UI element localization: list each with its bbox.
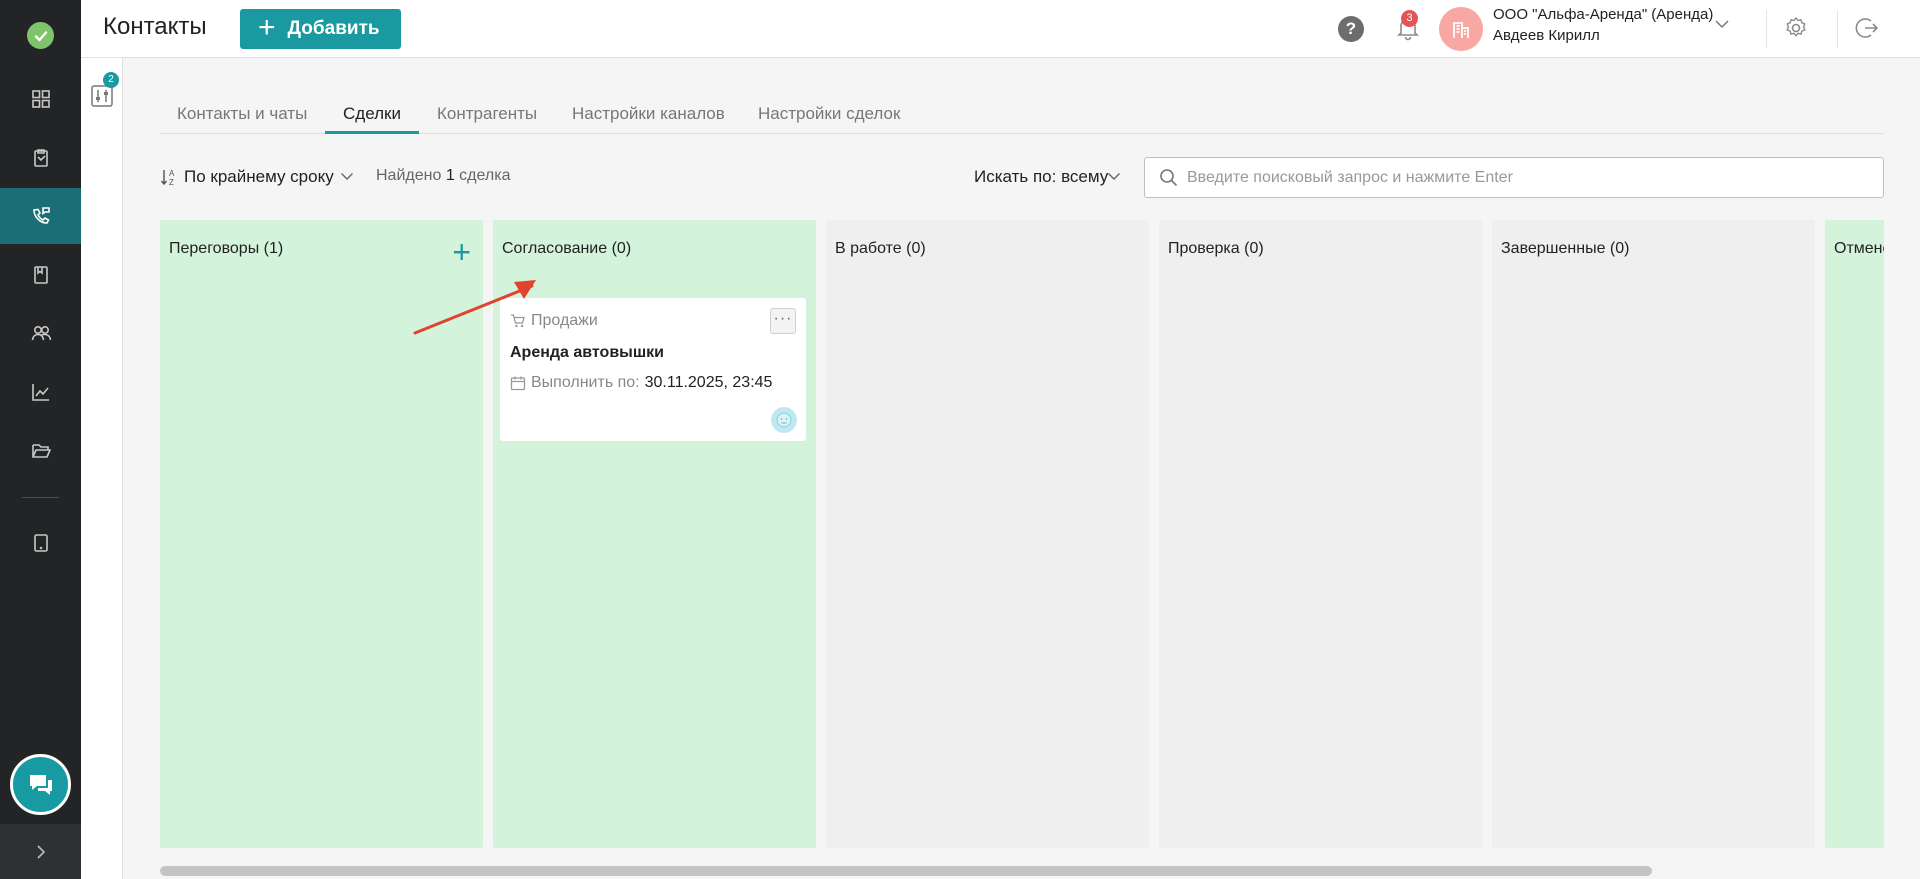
sidebar-item-handbook[interactable]	[0, 247, 81, 303]
tab-channel-settings[interactable]: Настройки каналов	[572, 104, 725, 124]
help-icon[interactable]: ?	[1338, 16, 1364, 42]
card-menu-button[interactable]: ···	[770, 308, 796, 334]
plus-icon: +	[258, 10, 276, 44]
column-title: Завершенные (0)	[1501, 240, 1630, 257]
tab-contacts-chats[interactable]: Контакты и чаты	[177, 104, 307, 124]
chevron-down-icon[interactable]	[1107, 172, 1121, 181]
filter-rail: 2	[81, 58, 123, 879]
column-in-progress[interactable]: В работе (0)	[826, 220, 1149, 848]
top-bar: Контакты + Добавить ? 3 ООО "Альфа-Аренд…	[81, 0, 1920, 58]
book-icon	[33, 266, 48, 284]
search-box[interactable]	[1144, 157, 1884, 198]
filter-count-badge: 2	[103, 72, 119, 88]
sidebar-item-dashboard[interactable]	[0, 71, 81, 127]
sidebar-item-documents[interactable]	[0, 130, 81, 186]
due-label: Выполнить по:	[531, 374, 640, 391]
add-button[interactable]: + Добавить	[240, 9, 401, 49]
sidebar-divider	[22, 497, 59, 498]
chevron-down-icon[interactable]	[1714, 19, 1730, 29]
phone-chat-icon	[32, 207, 50, 224]
sort-az-icon[interactable]: AZ	[160, 167, 180, 187]
found-suffix: сделка	[459, 167, 511, 184]
sidebar-item-contacts[interactable]	[0, 188, 81, 244]
org-name[interactable]: ООО "Альфа-Аренда" (Аренда)	[1493, 6, 1713, 23]
deal-title[interactable]: Аренда автовышки	[510, 344, 664, 362]
tab-deal-settings[interactable]: Настройки сделок	[758, 104, 900, 124]
assignee-avatar[interactable]	[771, 407, 797, 433]
app-logo-check-icon[interactable]	[27, 22, 54, 49]
column-completed[interactable]: Завершенные (0)	[1492, 220, 1815, 848]
building-icon	[1453, 22, 1469, 38]
grid-icon	[31, 90, 50, 108]
tab-deals[interactable]: Сделки	[343, 104, 401, 124]
chevron-right-icon	[36, 844, 45, 859]
calendar-icon	[510, 376, 526, 391]
tabs: Контакты и чаты Сделки Контрагенты Настр…	[160, 98, 1884, 134]
column-cancelled[interactable]: Отменены (0)	[1825, 220, 1884, 848]
add-deal-plus-icon[interactable]: +	[452, 236, 471, 268]
clipboard-icon	[33, 149, 48, 167]
sidebar-item-files[interactable]	[0, 422, 81, 478]
user-name[interactable]: Авдеев Кирилл	[1493, 27, 1600, 44]
add-button-label: Добавить	[287, 18, 380, 39]
tab-counterparties[interactable]: Контрагенты	[437, 104, 537, 124]
horizontal-scrollbar[interactable]	[160, 866, 1652, 876]
sidebar-expand-button[interactable]	[0, 824, 81, 879]
gear-icon[interactable]	[1783, 15, 1809, 41]
found-count-text: Найдено 1 сделка	[376, 167, 510, 185]
svg-text:A: A	[169, 169, 175, 178]
due-value: 30.11.2025, 23:45	[644, 374, 773, 391]
deal-due-date: Выполнить по: 30.11.2025, 23:45	[510, 374, 772, 392]
notifications-badge: 3	[1401, 10, 1418, 27]
face-icon	[776, 412, 792, 428]
column-title: Переговоры (1)	[169, 240, 284, 257]
chat-bubbles-icon	[29, 774, 52, 795]
column-title: Отменены (0)	[1834, 240, 1884, 257]
column-title: В работе (0)	[835, 240, 926, 257]
users-icon	[31, 326, 51, 341]
tablet-icon	[33, 534, 48, 552]
support-chat-button[interactable]	[10, 754, 71, 815]
sidebar-item-mobile[interactable]	[0, 515, 81, 571]
svg-text:Z: Z	[169, 178, 174, 187]
main-sidebar	[0, 0, 81, 879]
chart-line-icon	[31, 384, 49, 401]
sidebar-item-team[interactable]	[0, 305, 81, 361]
found-count: 1	[445, 167, 455, 184]
column-title: Проверка (0)	[1168, 240, 1264, 257]
chevron-down-icon[interactable]	[340, 172, 354, 181]
column-title: Согласование (0)	[502, 240, 632, 257]
search-icon	[1160, 169, 1178, 187]
topbar-divider	[1837, 10, 1838, 48]
sidebar-item-analytics[interactable]	[0, 364, 81, 420]
annotation-arrow-icon	[413, 280, 536, 335]
folder-open-icon	[31, 444, 51, 458]
active-tab-indicator	[325, 131, 419, 134]
sort-dropdown[interactable]: По крайнему сроку	[184, 167, 334, 187]
page-title: Контакты	[103, 13, 207, 40]
org-avatar[interactable]	[1439, 7, 1483, 51]
search-scope-dropdown[interactable]: Искать по: всему	[974, 167, 1108, 187]
logout-icon[interactable]	[1854, 15, 1880, 41]
search-input[interactable]	[1187, 158, 1877, 197]
found-prefix: Найдено	[376, 167, 442, 184]
column-review[interactable]: Проверка (0)	[1159, 220, 1482, 848]
topbar-divider	[1766, 10, 1767, 48]
